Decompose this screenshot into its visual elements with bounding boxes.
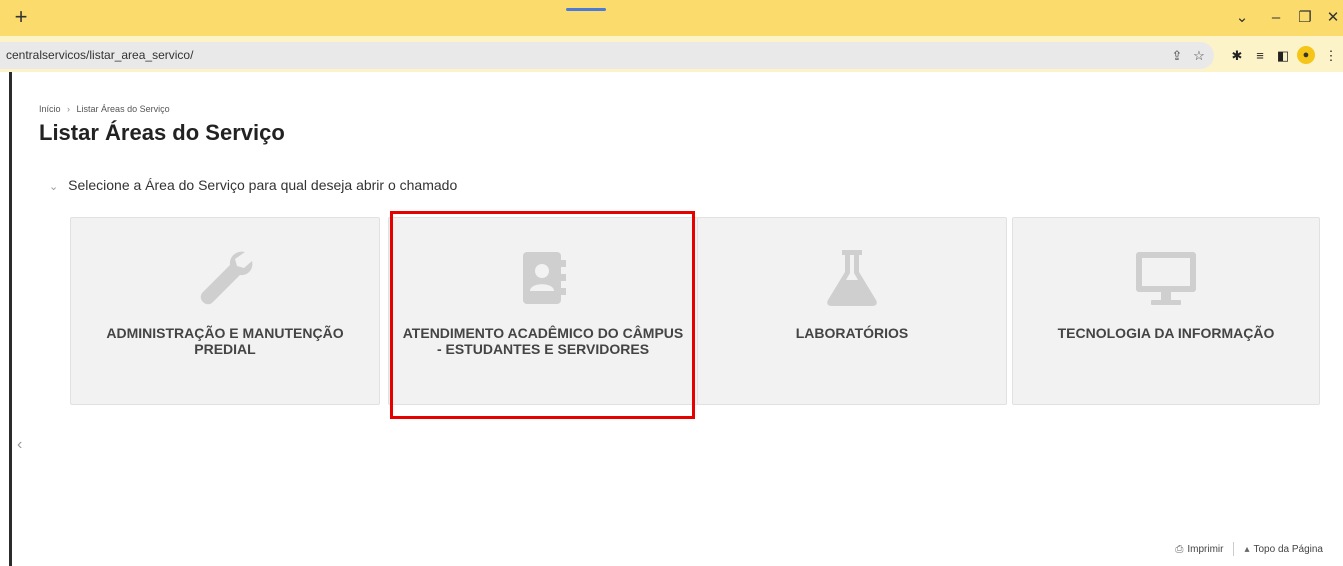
chevron-down-icon[interactable]: ⌄ [49,180,58,193]
section-header[interactable]: ⌄ Selecione a Área do Serviço para qual … [49,177,457,193]
card-label: TECNOLOGIA DA INFORMAÇÃO [1057,325,1275,341]
footer-divider [1233,542,1235,556]
card-label: ATENDIMENTO ACADÊMICO DO CÂMPUS - ESTUDA… [402,325,684,357]
profile-avatar-icon[interactable]: ● [1297,46,1315,64]
breadcrumb-home-link[interactable]: Início [39,104,61,114]
breadcrumb-separator: › [67,104,71,114]
service-area-card-atendimento-academico[interactable]: ATENDIMENTO ACADÊMICO DO CÂMPUS - ESTUDA… [388,217,698,405]
reading-list-icon[interactable]: ≡ [1251,47,1269,65]
address-bar[interactable]: centralservicos/listar_area_servico/ ⇪ ☆ [0,42,1214,69]
close-window-button[interactable]: ✕ [1321,6,1343,30]
breadcrumb-current: Listar Áreas do Serviço [76,104,170,114]
sidebar-expand-chevron-icon[interactable]: ‹ [17,436,22,454]
card-label: LABORATÓRIOS [795,325,909,341]
active-tab-indicator [566,8,606,11]
address-book-icon [523,252,566,304]
card-label: ADMINISTRAÇÃO E MANUTENÇÃO PREDIAL [106,325,344,357]
flask-icon [827,250,877,306]
wrench-icon [200,251,253,305]
left-sidebar-edge [0,72,12,566]
extensions-puzzle-icon[interactable]: ✱ [1228,47,1246,65]
new-tab-button[interactable]: + [10,4,32,30]
page-title: Listar Áreas do Serviço [39,120,285,145]
url-text[interactable]: centralservicos/listar_area_servico/ [6,48,193,62]
restore-button[interactable]: ❐ [1293,6,1317,30]
service-area-card-tecnologia-informacao[interactable]: TECNOLOGIA DA INFORMAÇÃO [1012,217,1320,405]
service-area-card-administracao[interactable]: ADMINISTRAÇÃO E MANUTENÇÃO PREDIAL [70,217,380,405]
monitor-icon [1136,252,1196,305]
section-title: Selecione a Área do Serviço para qual de… [68,177,458,193]
side-panel-icon[interactable]: ◧ [1274,47,1292,65]
bookmark-star-icon[interactable]: ☆ [1190,47,1208,65]
print-link[interactable]: Imprimir [1187,544,1223,555]
breadcrumb: Início › Listar Áreas do Serviço [39,104,170,114]
caret-up-icon[interactable]: ▴ [1244,544,1249,555]
footer-links: ⎙ Imprimir ▴ Topo da Página [1175,542,1323,556]
browser-menu-icon[interactable]: ⋮ [1322,47,1340,65]
share-icon[interactable]: ⇪ [1168,47,1186,65]
service-area-card-laboratorios[interactable]: LABORATÓRIOS [697,217,1007,405]
back-to-top-link[interactable]: Topo da Página [1253,544,1323,555]
printer-icon[interactable]: ⎙ [1175,544,1183,555]
browser-toolbar: centralservicos/listar_area_servico/ ⇪ ☆… [0,36,1343,72]
minimize-button[interactable]: – [1264,6,1288,30]
tab-search-button[interactable]: ⌄ [1230,6,1254,30]
browser-tab-bar: + ⌄ – ❐ ✕ [0,0,1343,36]
